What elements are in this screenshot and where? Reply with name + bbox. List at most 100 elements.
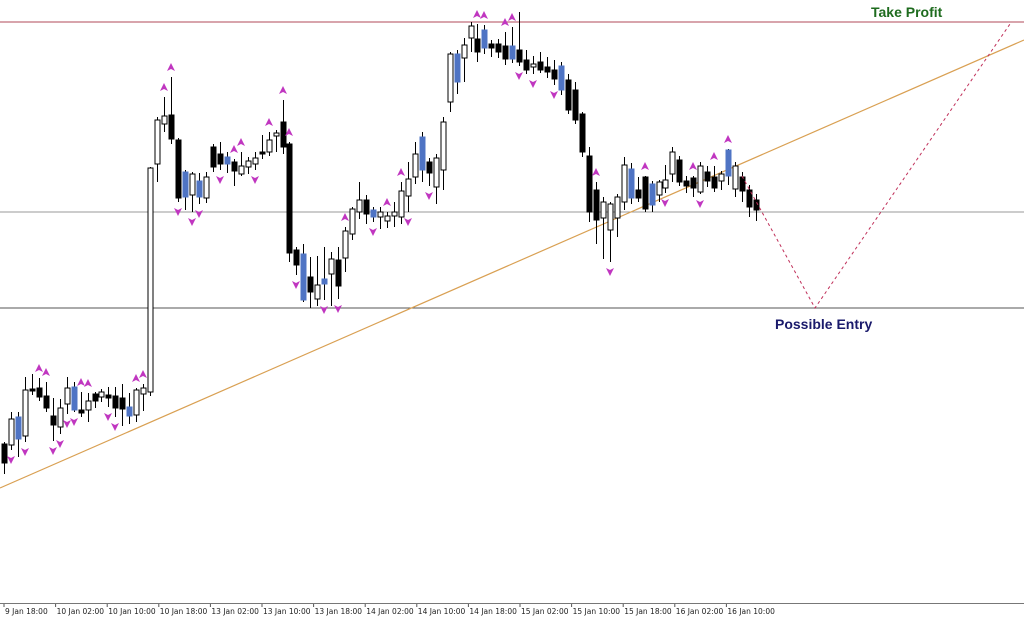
possible-entry-label: Possible Entry	[775, 316, 872, 332]
candle-body	[259, 151, 266, 155]
fractal-down-arrow	[292, 281, 300, 289]
fractal-down-arrow	[104, 413, 112, 421]
candle	[36, 378, 43, 401]
projection-group	[741, 23, 1011, 309]
x-tick-label: 16 Jan 02:00	[676, 607, 724, 616]
trendline-group	[0, 39, 1024, 489]
fractal-down-arrow	[369, 228, 377, 236]
candle-body	[412, 153, 419, 178]
candle-body	[50, 415, 57, 426]
candle	[635, 177, 642, 202]
candle-body	[133, 389, 140, 416]
candle-body	[280, 121, 287, 148]
candle	[22, 377, 29, 442]
candle	[286, 142, 293, 262]
candle	[481, 25, 488, 54]
candle	[203, 172, 210, 203]
fractal-up-arrow	[592, 168, 600, 176]
x-tick-label: 14 Jan 02:00	[366, 607, 414, 616]
candle	[398, 182, 405, 224]
candle-body	[635, 189, 642, 199]
candle	[224, 152, 231, 173]
candle	[440, 117, 447, 190]
candle-body	[586, 155, 593, 213]
candle-body	[405, 178, 412, 197]
candle-body	[495, 43, 502, 53]
candle	[147, 167, 154, 396]
candle-body	[266, 139, 273, 153]
candle	[384, 212, 391, 228]
fractal-up-arrow	[508, 13, 516, 21]
candle-body	[370, 209, 377, 218]
candle	[502, 32, 509, 65]
candle-body	[558, 65, 565, 91]
candle-body	[669, 151, 676, 175]
candle-body	[321, 278, 328, 285]
candle	[683, 176, 690, 193]
candle	[245, 157, 252, 174]
candle-body	[307, 276, 314, 293]
fractal-up-arrow	[84, 379, 92, 387]
candlestick-chart: 9 Jan 18:00 10 Jan 02:00 10 Jan 10:00 10 Ja…	[0, 4, 1024, 616]
candle	[154, 117, 161, 182]
candle-body	[78, 409, 85, 414]
x-tick-label: 10 Jan 10:00	[108, 607, 156, 616]
candle-body	[71, 386, 78, 411]
candle	[133, 388, 140, 422]
candle	[621, 157, 628, 210]
candle	[607, 202, 614, 262]
candle-body	[579, 113, 586, 153]
candle-body	[600, 201, 607, 219]
fractal-down-arrow	[529, 80, 537, 88]
candle	[196, 173, 203, 204]
candle-body	[175, 139, 182, 199]
fractal-up-arrow	[167, 63, 175, 71]
candle	[662, 165, 669, 193]
fractal-down-arrow	[515, 72, 523, 80]
candle	[210, 144, 217, 172]
candle-body	[690, 177, 697, 189]
candle	[377, 207, 384, 229]
candle	[259, 135, 266, 159]
candle-body	[245, 160, 252, 168]
fractal-up-arrow	[42, 368, 50, 376]
candle-body	[725, 149, 732, 177]
candle-body	[433, 157, 440, 188]
candle-body	[98, 391, 105, 398]
fractal-down-arrow	[606, 268, 614, 276]
candle-body	[300, 253, 307, 301]
candle-body	[363, 199, 370, 215]
fractal-up-arrow	[265, 118, 273, 126]
fractal-down-arrow	[425, 192, 433, 200]
candle	[697, 162, 704, 194]
candle	[126, 393, 133, 424]
x-tick-label: 10 Jan 02:00	[57, 607, 105, 616]
candle-body	[426, 161, 433, 174]
candle-body	[29, 388, 36, 392]
candle	[628, 163, 635, 204]
candle	[488, 40, 495, 57]
candle	[537, 52, 544, 73]
fractal-up-arrow	[397, 168, 405, 176]
candle	[370, 207, 377, 222]
candle-body	[544, 66, 551, 73]
fractal-up-arrow	[480, 11, 488, 19]
candle-body	[642, 176, 649, 210]
fractal-up-arrow	[473, 10, 481, 18]
candle-body	[523, 59, 530, 71]
candle	[516, 12, 523, 66]
fractal-down-arrow	[188, 218, 196, 226]
candle-body	[391, 211, 398, 217]
trendline	[0, 39, 1024, 489]
fractal-up-arrow	[279, 86, 287, 94]
projection-path	[741, 23, 1011, 309]
candle-body	[718, 173, 725, 182]
candle	[8, 412, 15, 450]
candle	[29, 374, 36, 395]
fractal-up-arrow	[230, 145, 238, 153]
candle	[168, 77, 175, 144]
candle	[238, 152, 245, 176]
candle	[530, 56, 537, 74]
candle-body	[286, 143, 293, 254]
candle-body	[419, 136, 426, 171]
